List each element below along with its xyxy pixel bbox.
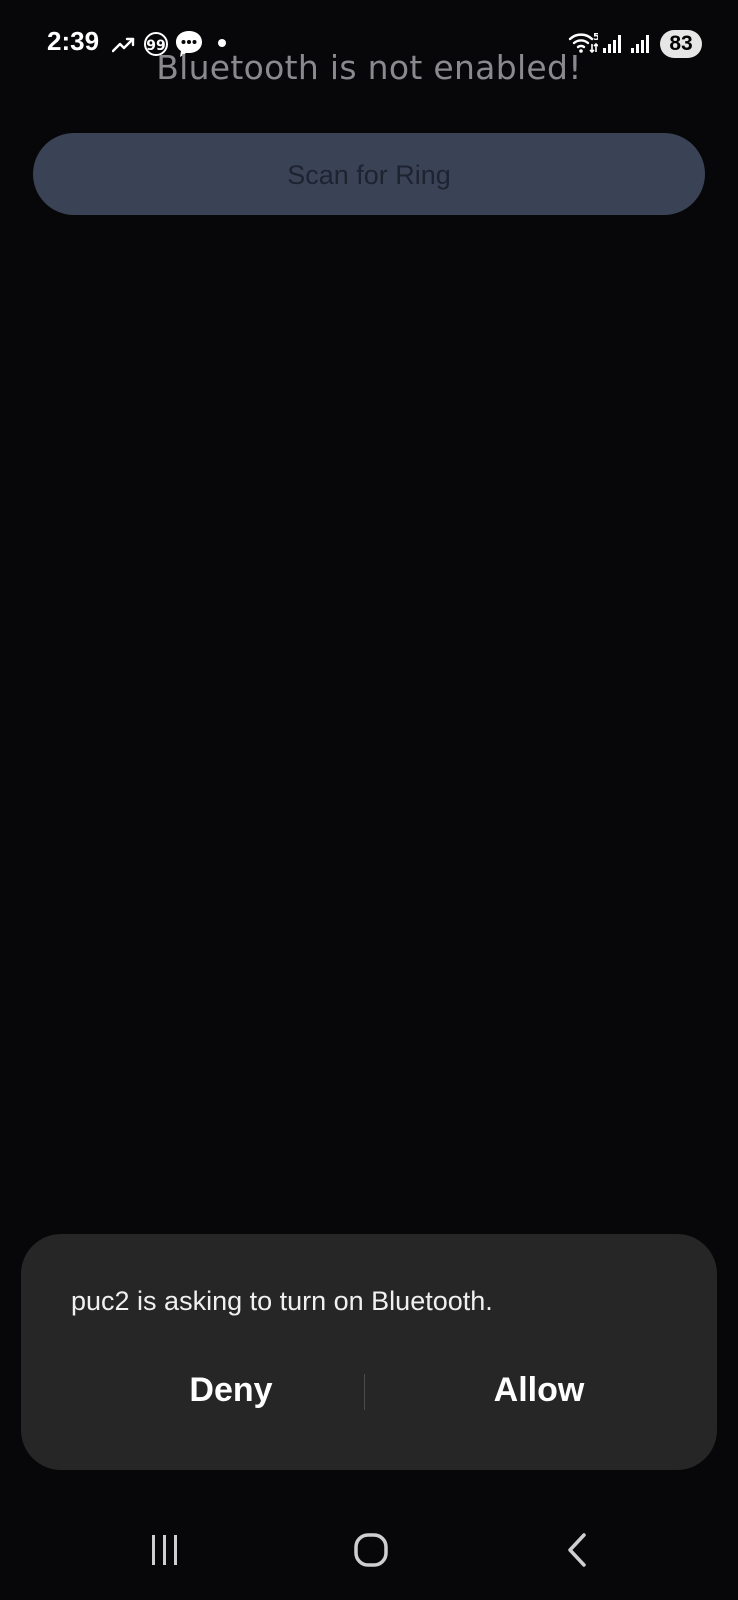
bluetooth-status-message: Bluetooth is not enabled! xyxy=(156,48,582,87)
dialog-message: puc2 is asking to turn on Bluetooth. xyxy=(71,1286,493,1316)
dialog-divider xyxy=(364,1374,365,1410)
home-icon[interactable] xyxy=(352,1530,392,1570)
bluetooth-permission-dialog: puc2 is asking to turn on Bluetooth. Den… xyxy=(21,1234,717,1470)
svg-text:5: 5 xyxy=(593,32,598,43)
back-icon[interactable] xyxy=(560,1530,594,1570)
scan-for-ring-button[interactable]: Scan for Ring xyxy=(33,133,705,215)
recents-icon[interactable] xyxy=(148,1530,182,1570)
screen: 2:39 99 5 83 Bluetooth is not enabled! S… xyxy=(0,0,738,1600)
navigation-bar xyxy=(0,1510,738,1600)
dot-icon xyxy=(218,39,226,47)
allow-button[interactable]: Allow xyxy=(429,1360,649,1420)
deny-button[interactable]: Deny xyxy=(121,1360,341,1420)
